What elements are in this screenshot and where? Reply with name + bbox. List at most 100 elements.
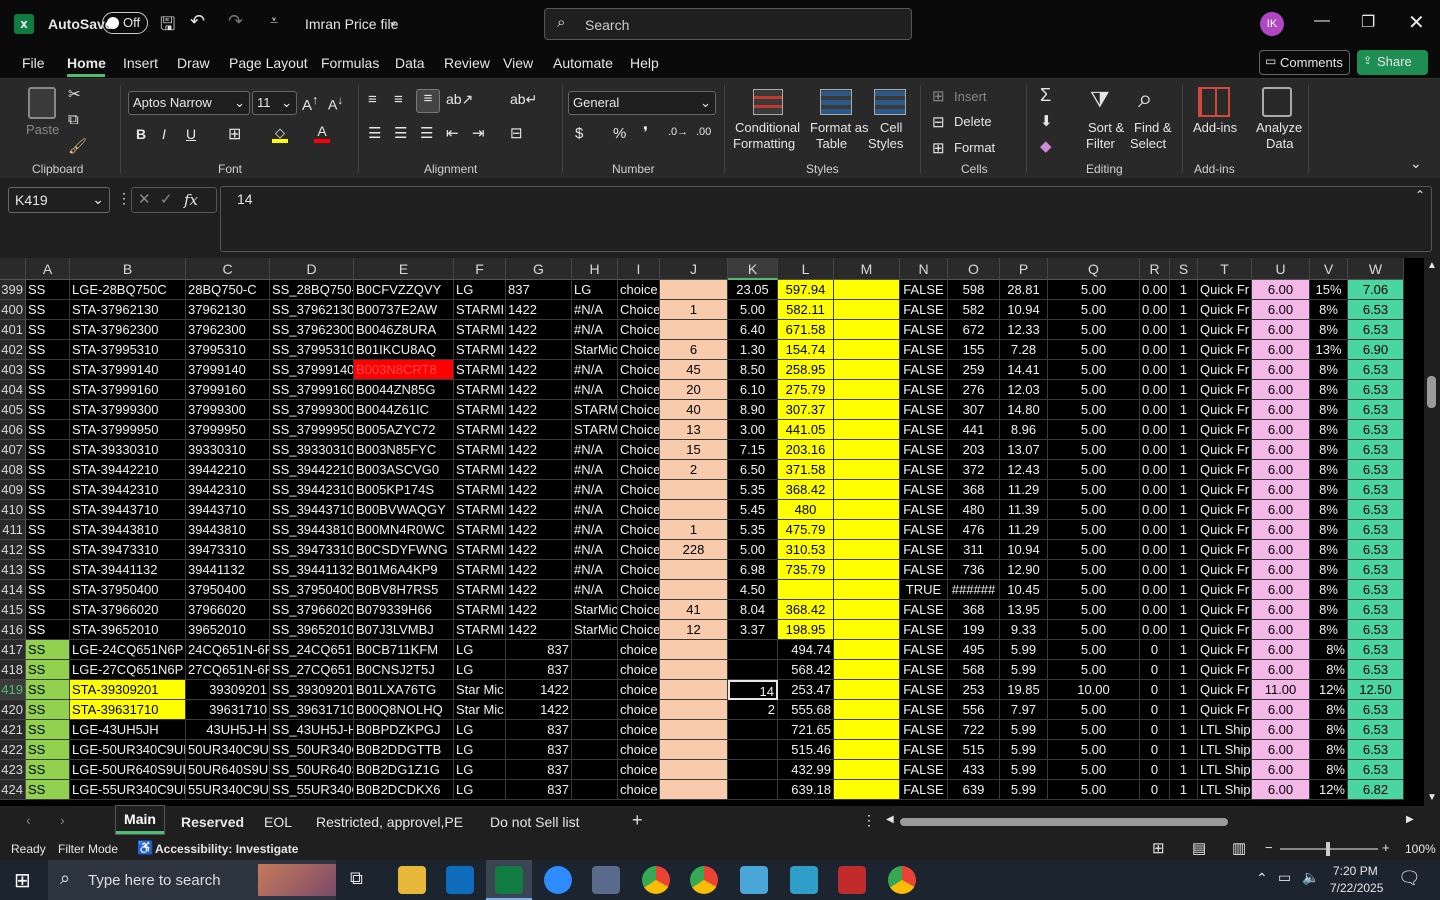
cell-o412[interactable]: 311 bbox=[948, 540, 1000, 560]
cell-a413[interactable]: SS bbox=[26, 560, 70, 580]
align-left-icon[interactable]: ☰ bbox=[368, 124, 381, 142]
row-header[interactable]: 418 bbox=[0, 660, 26, 680]
cell-d405[interactable]: SS_37999300 bbox=[270, 400, 354, 420]
cell-e418[interactable]: B0CNSJ2T5J bbox=[354, 660, 454, 680]
cell-e415[interactable]: B079339H66 bbox=[354, 600, 454, 620]
cell-o417[interactable]: 495 bbox=[948, 640, 1000, 660]
cell-t403[interactable]: Quick Fr bbox=[1198, 360, 1252, 380]
cell-n401[interactable]: FALSE bbox=[900, 320, 948, 340]
cell-q407[interactable]: 5.00 bbox=[1048, 440, 1140, 460]
cell-n403[interactable]: FALSE bbox=[900, 360, 948, 380]
cell-g415[interactable]: 1422 bbox=[506, 600, 572, 620]
clock-date[interactable]: 7/22/2025 bbox=[1330, 881, 1383, 895]
cell-s419[interactable]: 1 bbox=[1170, 680, 1198, 700]
row-header[interactable]: 422 bbox=[0, 740, 26, 760]
column-header-s[interactable]: S bbox=[1170, 258, 1198, 280]
cell-l417[interactable]: 494.74 bbox=[778, 640, 834, 660]
cell-c416[interactable]: 39652010 bbox=[186, 620, 270, 640]
cell-v417[interactable]: 8% bbox=[1310, 640, 1348, 660]
cell-j414[interactable] bbox=[660, 580, 728, 600]
cell-h418[interactable] bbox=[572, 660, 618, 680]
cell-r408[interactable]: 0.00 bbox=[1140, 460, 1170, 480]
delete-cells-icon[interactable]: ⊟ bbox=[932, 113, 945, 131]
cell-v403[interactable]: 8% bbox=[1310, 360, 1348, 380]
column-header-k[interactable]: K bbox=[728, 258, 778, 280]
cell-a404[interactable]: SS bbox=[26, 380, 70, 400]
column-header-j[interactable]: J bbox=[660, 258, 728, 280]
column-header-p[interactable]: P bbox=[1000, 258, 1048, 280]
borders-icon[interactable]: ⊞ bbox=[228, 124, 241, 144]
cell-o400[interactable]: 582 bbox=[948, 300, 1000, 320]
cell-u400[interactable]: 6.00 bbox=[1252, 300, 1310, 320]
cell-f421[interactable]: LG bbox=[454, 720, 506, 740]
cell-s401[interactable]: 1 bbox=[1170, 320, 1198, 340]
cell-d420[interactable]: SS_39631710 bbox=[270, 700, 354, 720]
align-top-icon[interactable]: ≡ bbox=[368, 91, 377, 108]
redo-icon[interactable]: ↷ bbox=[228, 11, 243, 32]
cell-s405[interactable]: 1 bbox=[1170, 400, 1198, 420]
cell-f424[interactable]: LG bbox=[454, 780, 506, 800]
cell-b402[interactable]: STA-37995310 bbox=[70, 340, 186, 360]
cell-c420[interactable]: 39631710 bbox=[186, 700, 270, 720]
cell-k407[interactable]: 7.15 bbox=[728, 440, 778, 460]
cell-j417[interactable] bbox=[660, 640, 728, 660]
cell-n404[interactable]: FALSE bbox=[900, 380, 948, 400]
cell-q414[interactable]: 5.00 bbox=[1048, 580, 1140, 600]
insert-function-icon[interactable]: fx bbox=[184, 191, 198, 209]
cell-l404[interactable]: 275.79 bbox=[778, 380, 834, 400]
cell-d400[interactable]: SS_37962130 bbox=[270, 300, 354, 320]
cell-c402[interactable]: 37995310 bbox=[186, 340, 270, 360]
cell-u399[interactable]: 6.00 bbox=[1252, 280, 1310, 300]
cell-u416[interactable]: 6.00 bbox=[1252, 620, 1310, 640]
cell-n417[interactable]: FALSE bbox=[900, 640, 948, 660]
cell-d418[interactable]: SS_27CQ651N bbox=[270, 660, 354, 680]
cell-w407[interactable]: 6.53 bbox=[1348, 440, 1404, 460]
cell-styles-icon[interactable] bbox=[874, 89, 906, 115]
cell-k423[interactable] bbox=[728, 760, 778, 780]
cell-u406[interactable]: 6.00 bbox=[1252, 420, 1310, 440]
file-explorer-icon[interactable] bbox=[398, 866, 426, 894]
cell-v415[interactable]: 8% bbox=[1310, 600, 1348, 620]
cell-n424[interactable]: FALSE bbox=[900, 780, 948, 800]
cell-d408[interactable]: SS_39442210 bbox=[270, 460, 354, 480]
cell-g404[interactable]: 1422 bbox=[506, 380, 572, 400]
cell-q403[interactable]: 5.00 bbox=[1048, 360, 1140, 380]
cell-k401[interactable]: 6.40 bbox=[728, 320, 778, 340]
cell-g400[interactable]: 1422 bbox=[506, 300, 572, 320]
cell-p410[interactable]: 11.39 bbox=[1000, 500, 1048, 520]
cell-f412[interactable]: STARMI bbox=[454, 540, 506, 560]
cell-c407[interactable]: 39330310 bbox=[186, 440, 270, 460]
font-color-icon[interactable]: A bbox=[314, 123, 330, 143]
cell-p424[interactable]: 5.99 bbox=[1000, 780, 1048, 800]
collapse-formula-icon[interactable]: ⌃ bbox=[1415, 188, 1425, 202]
cell-j405[interactable]: 40 bbox=[660, 400, 728, 420]
cell-r411[interactable]: 0.00 bbox=[1140, 520, 1170, 540]
cell-a412[interactable]: SS bbox=[26, 540, 70, 560]
column-header-t[interactable]: T bbox=[1198, 258, 1252, 280]
add-ins-icon[interactable] bbox=[1198, 87, 1230, 117]
cell-q401[interactable]: 5.00 bbox=[1048, 320, 1140, 340]
cell-o413[interactable]: 736 bbox=[948, 560, 1000, 580]
cell-v424[interactable]: 12% bbox=[1310, 780, 1348, 800]
zoom-slider[interactable] bbox=[1280, 842, 1378, 856]
cell-a419[interactable]: SS bbox=[26, 680, 70, 700]
more-options-icon[interactable]: ⋮ bbox=[862, 812, 876, 829]
cell-v404[interactable]: 8% bbox=[1310, 380, 1348, 400]
cell-s421[interactable]: 1 bbox=[1170, 720, 1198, 740]
cell-f415[interactable]: STARMI bbox=[454, 600, 506, 620]
cell-e402[interactable]: B01IKCU8AQ bbox=[354, 340, 454, 360]
cell-u408[interactable]: 6.00 bbox=[1252, 460, 1310, 480]
increase-indent-icon[interactable]: ⇥ bbox=[472, 124, 485, 142]
cell-a406[interactable]: SS bbox=[26, 420, 70, 440]
cell-a411[interactable]: SS bbox=[26, 520, 70, 540]
sheet-tab-reserved[interactable]: Reserved bbox=[181, 814, 244, 830]
column-header-q[interactable]: Q bbox=[1048, 258, 1140, 280]
cell-e405[interactable]: B0044Z61IC bbox=[354, 400, 454, 420]
cell-m418[interactable] bbox=[834, 660, 900, 680]
cell-o406[interactable]: 441 bbox=[948, 420, 1000, 440]
cell-v399[interactable]: 15% bbox=[1310, 280, 1348, 300]
cell-d419[interactable]: SS_39309201 bbox=[270, 680, 354, 700]
column-header-f[interactable]: F bbox=[454, 258, 506, 280]
customize-qat-icon[interactable]: ⩡ bbox=[270, 12, 278, 29]
sort-filter-label-2[interactable]: Filter bbox=[1086, 136, 1115, 152]
